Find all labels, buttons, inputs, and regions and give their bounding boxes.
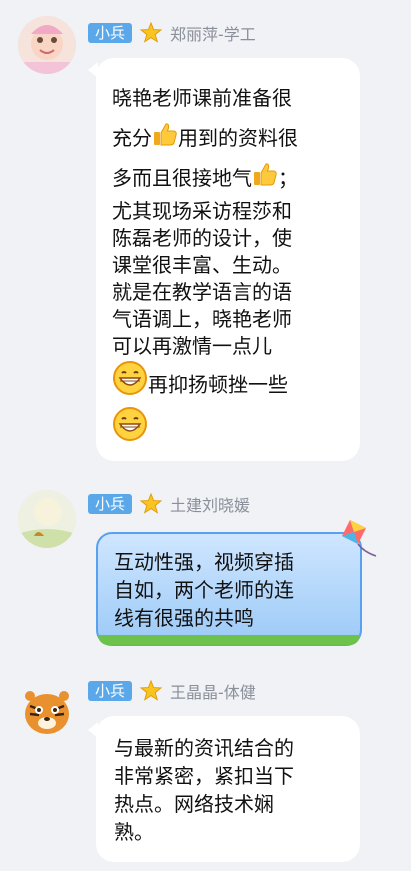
text-line: 熟。 — [114, 820, 154, 844]
grass-decoration — [98, 635, 360, 645]
text-line: 课堂很丰富、生动。 — [112, 253, 292, 277]
text-line-group — [112, 406, 360, 452]
star-icon — [140, 22, 163, 43]
avatar[interactable] — [18, 16, 76, 74]
grin-emoji-icon — [112, 360, 148, 412]
thumbs-up-icon — [152, 120, 178, 160]
text-line-group: 再抑扬顿挫一些 — [112, 360, 360, 406]
text-line: 陈磊老师的设计，使 — [112, 226, 292, 250]
role-badge: 小兵 — [88, 494, 133, 514]
text-line: 非常紧密，紧扣当下 — [114, 764, 294, 788]
grin-emoji-icon — [112, 406, 148, 458]
text-line-group: 充分 用到的资料很 — [112, 118, 360, 158]
text-line: 可以再激情一点儿 — [112, 334, 272, 358]
message-bubble[interactable]: 与最新的资讯结合的 非常紧密，紧扣当下 热点。网络技术娴 熟。 — [96, 716, 360, 862]
text-line: ； — [278, 166, 298, 190]
text-line: 线有很强的共鸣 — [114, 606, 254, 630]
message-bubble[interactable]: 晓艳老师课前准备很 充分 用到的资料很 多而且很接地气 ； 尤其现场采访程莎和 陈磊… — [96, 58, 360, 461]
sender-name: 王晶晶-体健 — [170, 683, 256, 702]
text-line: 多而且很接地气 — [112, 166, 252, 190]
role-badge: 小兵 — [88, 23, 133, 43]
text-line: 与最新的资讯结合的 — [114, 736, 294, 760]
text-line: 晓艳老师课前准备很 — [112, 86, 292, 110]
avatar[interactable] — [18, 682, 76, 740]
text-line: 充分 — [112, 126, 152, 150]
sender-name: 郑丽萍-学工 — [170, 25, 256, 44]
message-header: 小兵 土建刘晓媛 — [88, 492, 250, 516]
star-icon — [140, 680, 163, 701]
text-line: 就是在教学语言的语 — [112, 280, 292, 304]
text-line: 尤其现场采访程莎和 — [112, 199, 292, 223]
avatar[interactable] — [18, 490, 76, 548]
message-header: 小兵 郑丽萍-学工 — [88, 21, 256, 45]
sender-name: 土建刘晓媛 — [170, 496, 251, 515]
text-line: 再抑扬顿挫一些 — [148, 372, 288, 397]
text-line: 热点。网络技术娴 — [114, 792, 274, 816]
text-line: 互动性强，视频穿插 — [114, 550, 294, 574]
message-bubble[interactable]: 互动性强，视频穿插 自如，两个老师的连 线有很强的共鸣 — [96, 532, 362, 646]
message-header: 小兵 王晶晶-体健 — [88, 679, 256, 703]
text-line: 用到的资料很 — [178, 126, 298, 150]
text-line: 自如，两个老师的连 — [114, 578, 294, 602]
thumbs-up-icon — [252, 160, 278, 200]
role-badge: 小兵 — [88, 681, 133, 701]
text-line-group: 多而且很接地气 ； — [112, 158, 360, 198]
kite-icon — [342, 520, 377, 557]
star-icon — [140, 493, 163, 514]
text-line: 气语调上，晓艳老师 — [112, 307, 292, 331]
